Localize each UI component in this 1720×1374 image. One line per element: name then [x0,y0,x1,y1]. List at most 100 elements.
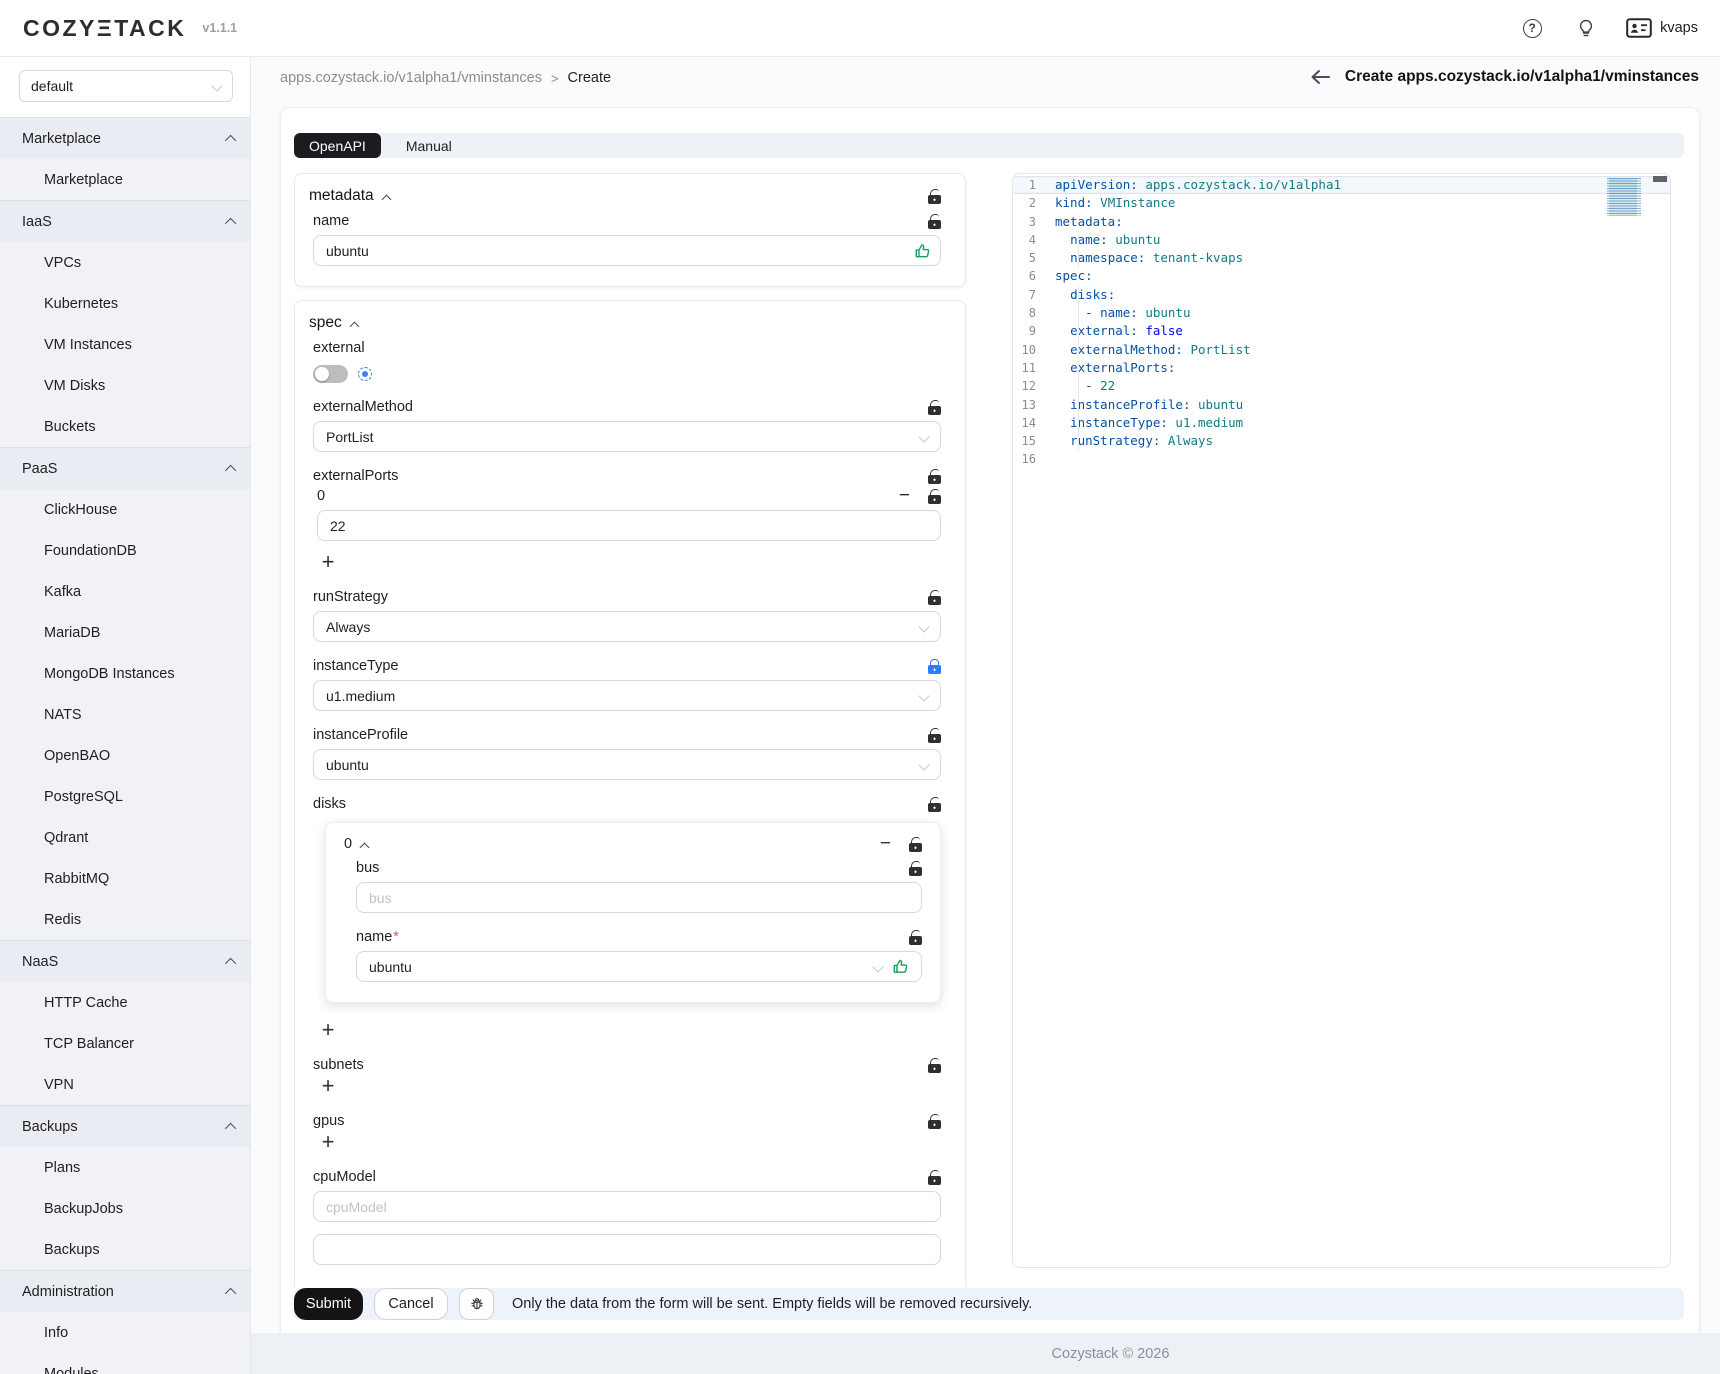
sidebar-item-backups[interactable]: Backups [0,1229,250,1270]
sidebar-group-administration[interactable]: Administration [0,1271,250,1312]
line-content[interactable]: metadata: [1055,213,1670,231]
editor-line[interactable]: 5 namespace: tenant-kvaps [1013,249,1670,267]
externalmethod-select[interactable]: PortList [313,421,941,452]
sidebar-item-vm-instances[interactable]: VM Instances [0,324,250,365]
spec-clipped-field-input[interactable] [313,1234,941,1265]
runstrategy-select[interactable]: Always [313,611,941,642]
lock-icon[interactable] [928,659,941,674]
line-content[interactable] [1055,450,1670,468]
unlock-icon[interactable] [928,214,941,229]
yaml-editor-panel[interactable]: 1apiVersion: apps.cozystack.io/v1alpha12… [1012,173,1671,1268]
back-button[interactable] [1310,69,1330,85]
unlock-icon[interactable] [909,861,922,876]
sidebar-item-foundationdb[interactable]: FoundationDB [0,530,250,571]
sidebar-item-qdrant[interactable]: Qdrant [0,817,250,858]
remove-port-button[interactable]: − [899,489,910,503]
instancetype-select[interactable]: u1.medium [313,680,941,711]
tab-manual[interactable]: Manual [391,133,467,158]
editor-line[interactable]: 4 name: ubuntu [1013,231,1670,249]
unlock-icon[interactable] [928,469,941,484]
unlock-icon[interactable] [909,930,922,945]
editor-minimap[interactable] [1607,178,1651,216]
editor-line[interactable]: 14 instanceType: u1.medium [1013,414,1670,432]
line-content[interactable]: disks: [1055,286,1670,304]
sidebar-item-tcp-balancer[interactable]: TCP Balancer [0,1023,250,1064]
line-content[interactable]: externalPorts: [1055,359,1670,377]
sidebar-item-buckets[interactable]: Buckets [0,406,250,447]
unlock-icon[interactable] [928,1114,941,1129]
editor-line[interactable]: 3metadata: [1013,213,1670,231]
unlock-icon[interactable] [928,728,941,743]
tab-openapi[interactable]: OpenAPI [294,133,381,158]
help-button[interactable]: ? [1518,14,1546,42]
unlock-icon[interactable] [928,797,941,812]
sidebar-item-clickhouse[interactable]: ClickHouse [0,489,250,530]
namespace-select[interactable]: default [19,70,233,102]
sidebar-item-nats[interactable]: NATS [0,694,250,735]
line-content[interactable]: external: false [1055,322,1670,340]
submit-button[interactable]: Submit [294,1288,363,1320]
editor-scrollbar-thumb[interactable] [1653,176,1667,182]
line-content[interactable]: - name: ubuntu [1055,304,1670,322]
sidebar-item-http-cache[interactable]: HTTP Cache [0,982,250,1023]
editor-line[interactable]: 10 externalMethod: PortList [1013,341,1670,359]
externalports-item-input[interactable] [317,510,941,541]
sidebar-item-kubernetes[interactable]: Kubernetes [0,283,250,324]
sidebar-group-paas[interactable]: PaaS [0,448,250,489]
sidebar-item-mongodb-instances[interactable]: MongoDB Instances [0,653,250,694]
unlock-icon[interactable] [928,1170,941,1185]
sidebar-item-modules[interactable]: Modules [0,1353,250,1374]
line-content[interactable]: name: ubuntu [1055,231,1670,249]
editor-line[interactable]: 1apiVersion: apps.cozystack.io/v1alpha1 [1013,176,1670,194]
line-content[interactable]: instanceType: u1.medium [1055,414,1670,432]
remove-disk-button[interactable]: − [880,837,891,851]
sidebar-item-rabbitmq[interactable]: RabbitMQ [0,858,250,899]
user-menu[interactable]: kvaps [1626,18,1698,38]
unlock-icon[interactable] [928,189,941,204]
breadcrumb-path[interactable]: apps.cozystack.io/v1alpha1/vminstances [280,70,542,86]
sidebar-group-marketplace[interactable]: Marketplace [0,118,250,159]
unlock-icon[interactable] [909,837,922,852]
editor-line[interactable]: 15 runStrategy: Always [1013,432,1670,450]
spec-section-title[interactable]: spec [309,314,358,332]
editor-line[interactable]: 11 externalPorts: [1013,359,1670,377]
unlock-icon[interactable] [928,1058,941,1073]
unlock-icon[interactable] [928,489,941,504]
external-toggle[interactable] [313,365,348,383]
line-content[interactable]: instanceProfile: ubuntu [1055,396,1670,414]
sidebar-group-iaas[interactable]: IaaS [0,201,250,242]
metadata-name-input[interactable] [313,235,941,266]
line-content[interactable]: apiVersion: apps.cozystack.io/v1alpha1 [1055,176,1670,194]
default-value-indicator-icon[interactable] [358,367,372,381]
editor-line[interactable]: 2kind: VMInstance [1013,194,1670,212]
sidebar-item-mariadb[interactable]: MariaDB [0,612,250,653]
unlock-icon[interactable] [928,590,941,605]
editor-line[interactable]: 8 - name: ubuntu [1013,304,1670,322]
add-disk-button[interactable]: + [317,1019,339,1041]
line-content[interactable]: runStrategy: Always [1055,432,1670,450]
disk-item-index[interactable]: 0 [344,836,368,852]
editor-line[interactable]: 7 disks: [1013,286,1670,304]
add-gpu-button[interactable]: + [317,1131,339,1153]
sidebar-item-vm-disks[interactable]: VM Disks [0,365,250,406]
editor-line[interactable]: 9 external: false [1013,322,1670,340]
sidebar-item-info[interactable]: Info [0,1312,250,1353]
disk-bus-input[interactable] [356,882,922,913]
sidebar-item-plans[interactable]: Plans [0,1147,250,1188]
sidebar-item-redis[interactable]: Redis [0,899,250,940]
add-port-button[interactable]: + [317,551,339,573]
line-content[interactable]: externalMethod: PortList [1055,341,1670,359]
sidebar-item-vpcs[interactable]: VPCs [0,242,250,283]
add-subnet-button[interactable]: + [317,1075,339,1097]
instanceprofile-select[interactable]: ubuntu [313,749,941,780]
sidebar-item-backupjobs[interactable]: BackupJobs [0,1188,250,1229]
unlock-icon[interactable] [928,400,941,415]
cpumodel-input[interactable] [313,1191,941,1222]
line-content[interactable]: namespace: tenant-kvaps [1055,249,1670,267]
disk-name-select[interactable]: ubuntu [356,951,922,982]
editor-line[interactable]: 13 instanceProfile: ubuntu [1013,396,1670,414]
sidebar-group-naas[interactable]: NaaS [0,941,250,982]
editor-line[interactable]: 12 - 22 [1013,377,1670,395]
editor-line[interactable]: 6spec: [1013,267,1670,285]
line-content[interactable]: spec: [1055,267,1670,285]
